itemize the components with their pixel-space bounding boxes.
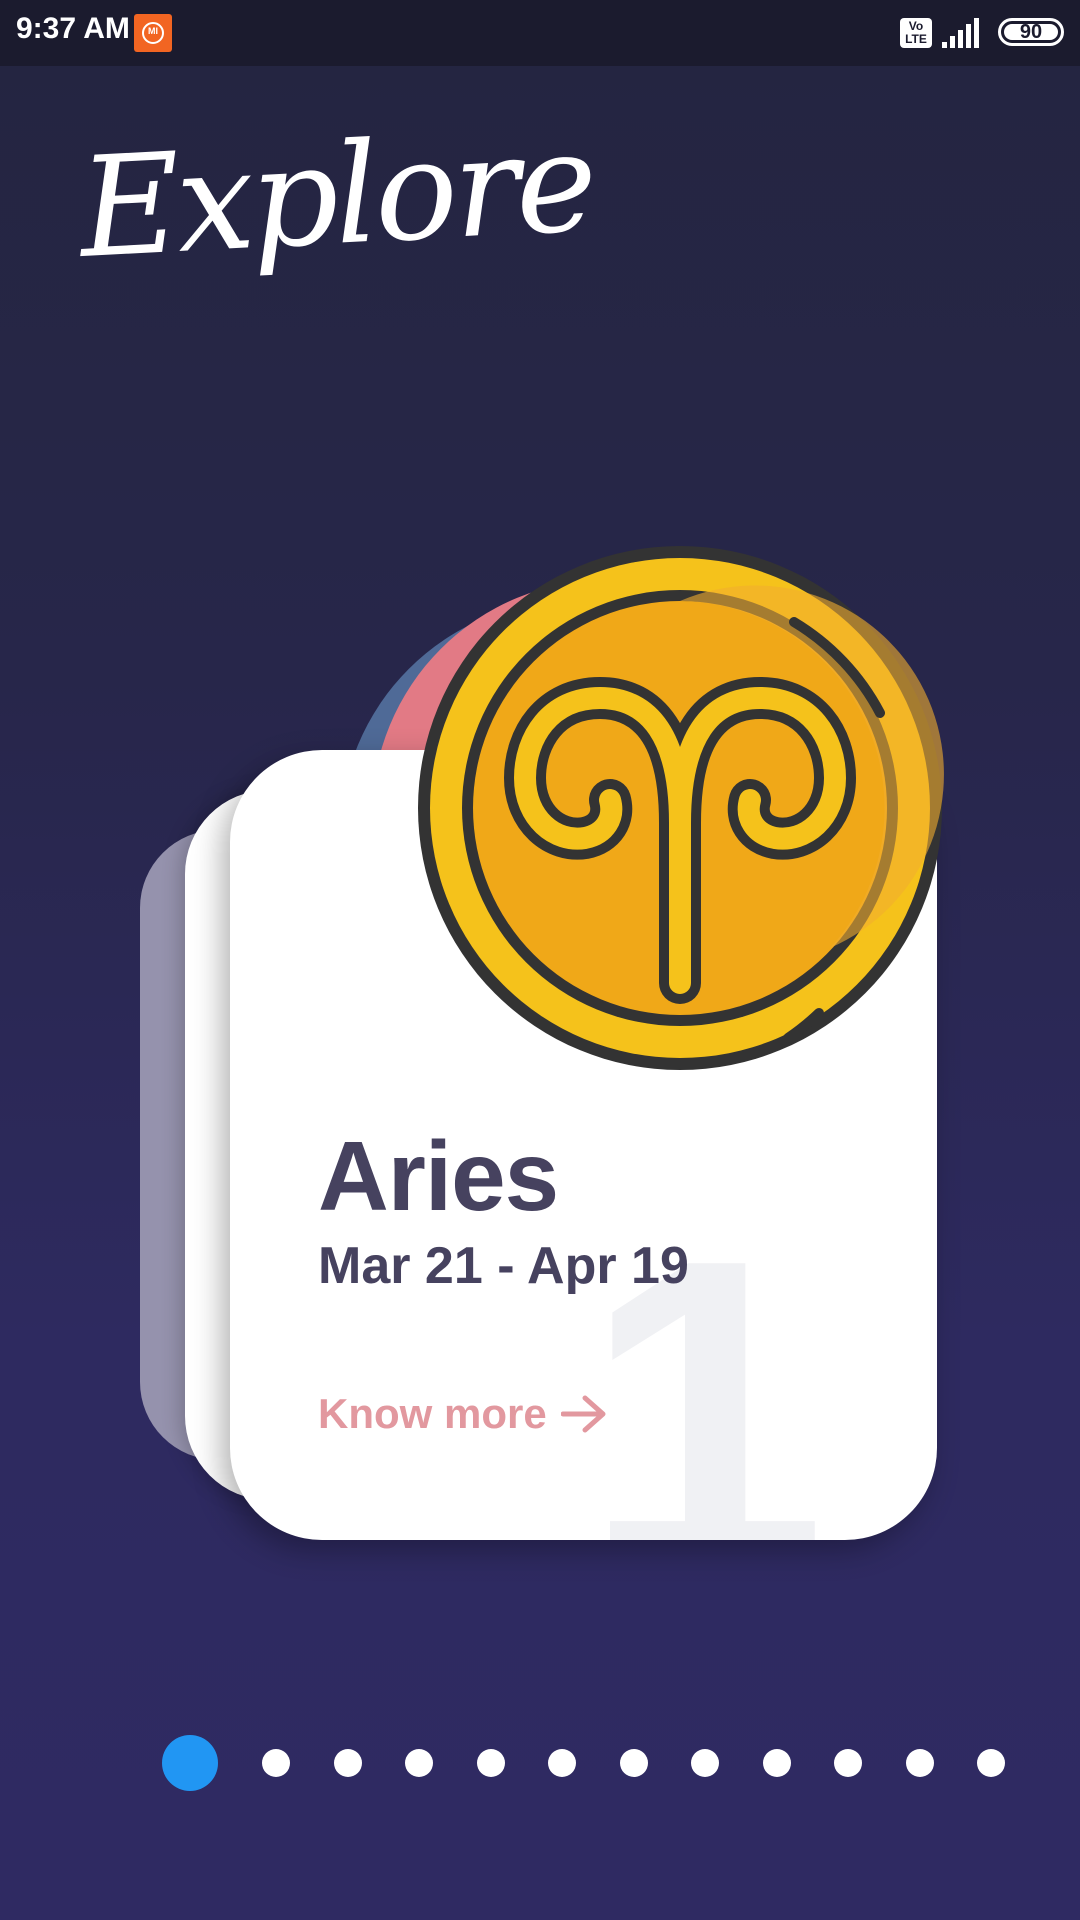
sign-date-range: Mar 21 - Apr 19 — [318, 1237, 689, 1295]
arrow-right-icon — [560, 1395, 606, 1433]
page-dot[interactable] — [834, 1749, 862, 1777]
page-dot[interactable] — [619, 1749, 648, 1777]
page-dot[interactable] — [548, 1749, 576, 1777]
page-dot[interactable] — [905, 1749, 934, 1777]
page-dot[interactable] — [691, 1749, 719, 1777]
mi-label: MI — [148, 26, 158, 36]
know-more-label: Know more — [318, 1390, 547, 1437]
page-title: Explore — [75, 101, 598, 289]
volte-bottom: LTE — [905, 32, 927, 46]
page-dot[interactable] — [262, 1749, 290, 1777]
page-dot[interactable] — [333, 1749, 362, 1777]
page-dot[interactable] — [405, 1749, 433, 1777]
aries-symbol-icon — [418, 546, 944, 1070]
page-dot[interactable] — [977, 1749, 1005, 1777]
know-more-link[interactable]: Know more — [318, 1390, 607, 1438]
battery-level: 90 — [1019, 21, 1043, 43]
page-dot[interactable] — [762, 1749, 791, 1777]
battery-icon: 90 — [998, 18, 1064, 46]
page-dot-active[interactable] — [162, 1735, 218, 1791]
page-dot[interactable] — [476, 1749, 505, 1777]
volte-icon: Vo LTE — [900, 18, 932, 48]
status-time: 9:37 AM — [16, 12, 130, 45]
signal-icon — [942, 18, 979, 48]
sign-name: Aries — [318, 1121, 559, 1231]
mi-app-icon: MI — [134, 14, 172, 52]
status-bar: 9:37 AM MI Vo LTE 90 — [0, 0, 1080, 66]
